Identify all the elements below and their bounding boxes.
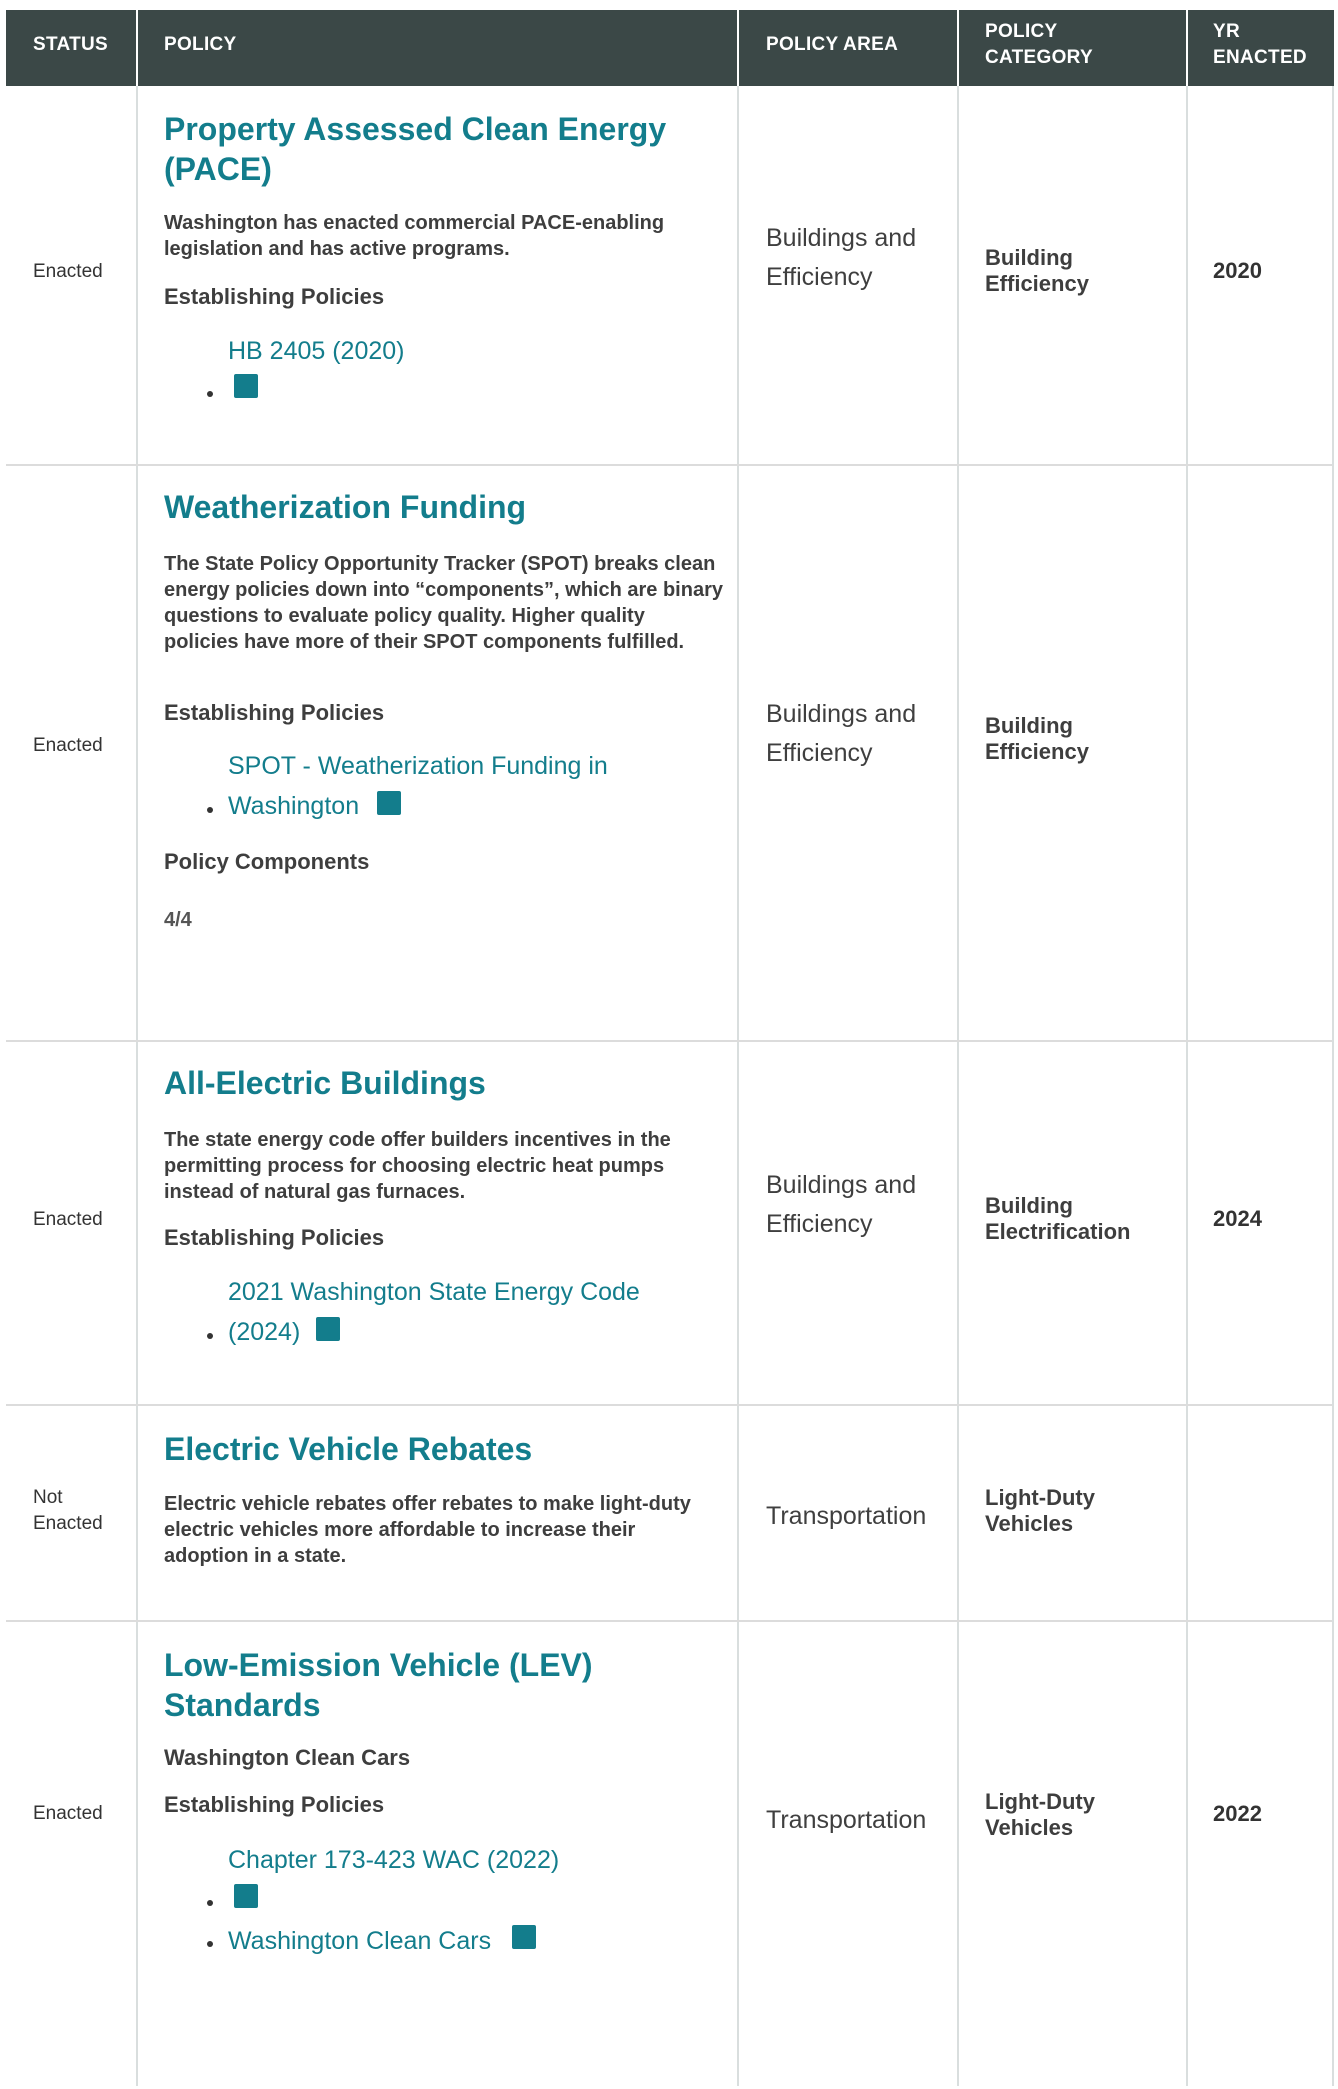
policy-link[interactable]: 2021 Washington State Energy Code (2024) [228,1272,688,1352]
column-divider [1332,86,1334,2086]
header-divider [957,10,959,86]
policy-title[interactable]: Property Assessed Clean Energy (PACE) [164,109,724,189]
column-header-policy[interactable]: POLICY [164,32,237,58]
policy-title[interactable]: Low-Emission Vehicle (LEV) Standards [164,1645,644,1725]
policy-category-cell: Building Electrification [985,1193,1131,1244]
policy-area-cell: Buildings and Efficiency [766,1171,917,1238]
status-cell: Enacted [33,261,103,282]
policy-description: Washington has enacted commercial PACE-e… [164,212,665,260]
column-divider [737,86,739,2086]
column-header-policy-category[interactable]: POLICY CATEGORY [985,19,1115,71]
column-divider [1186,86,1188,2086]
status-cell: Enacted [33,1803,103,1824]
row-divider [6,1040,1332,1042]
establishing-policies-label: Establishing Policies [164,1225,385,1250]
establishing-policies-label: Establishing Policies [164,284,385,309]
policy-description: Washington Clean Cars [164,1745,411,1770]
policy-description: The State Policy Opportunity Tracker (SP… [164,553,723,653]
status-cell: Enacted [33,1209,103,1230]
policy-components-value: 4/4 [164,909,192,931]
policy-area-cell: Buildings and Efficiency [766,700,917,767]
external-link-icon[interactable] [512,1925,536,1949]
header-divider [1186,10,1188,86]
row-divider [6,1620,1332,1622]
establishing-policies-label: Establishing Policies [164,700,385,725]
policy-category-cell: Light-Duty Vehicles [985,1789,1095,1840]
policy-link[interactable]: Washington Clean Cars [228,1921,491,1961]
policy-link[interactable]: HB 2405 (2020) [228,331,405,371]
establishing-policies-label: Establishing Policies [164,1792,385,1817]
policy-category-cell: Building Efficiency [985,713,1089,764]
policy-category-cell: Building Efficiency [985,245,1089,296]
policy-area-cell: Transportation [766,1806,927,1834]
policy-description: The state energy code offer builders inc… [164,1129,671,1203]
list-bullet [207,1333,213,1339]
row-divider [6,464,1332,466]
external-link-icon[interactable] [234,374,258,398]
column-header-yr-enacted[interactable]: YR ENACTED [1213,19,1323,71]
list-bullet [207,807,213,813]
row-divider [6,1404,1332,1406]
external-link-icon[interactable] [316,1317,340,1341]
status-cell: Not Enacted [33,1487,103,1534]
policy-title[interactable]: All-Electric Buildings [164,1063,724,1103]
status-cell: Enacted [33,735,103,756]
policy-components-label: Policy Components [164,849,370,874]
year-enacted-cell: 2022 [1213,1801,1262,1826]
list-bullet [207,1900,213,1906]
policy-link[interactable]: SPOT - Weatherization Funding in Washing… [228,746,648,826]
year-enacted-cell: 2024 [1213,1206,1262,1231]
external-link-icon[interactable] [234,1884,258,1908]
policy-area-cell: Buildings and Efficiency [766,224,917,291]
policy-title[interactable]: Electric Vehicle Rebates [164,1429,724,1469]
policy-link[interactable]: Chapter 173-423 WAC (2022) [228,1840,559,1880]
list-bullet [207,1941,213,1947]
column-divider [957,86,959,2086]
header-divider [737,10,739,86]
year-enacted-cell: 2020 [1213,258,1262,283]
policy-category-cell: Light-Duty Vehicles [985,1485,1095,1536]
header-divider [136,10,138,86]
external-link-icon[interactable] [377,791,401,815]
column-header-status[interactable]: STATUS [33,32,108,58]
policy-area-cell: Transportation [766,1502,927,1530]
column-divider [136,86,138,2086]
policy-description: Electric vehicle rebates offer rebates t… [164,1493,691,1567]
column-header-policy-area[interactable]: POLICY AREA [766,32,898,58]
policy-title[interactable]: Weatherization Funding [164,487,724,527]
list-bullet [207,391,213,397]
